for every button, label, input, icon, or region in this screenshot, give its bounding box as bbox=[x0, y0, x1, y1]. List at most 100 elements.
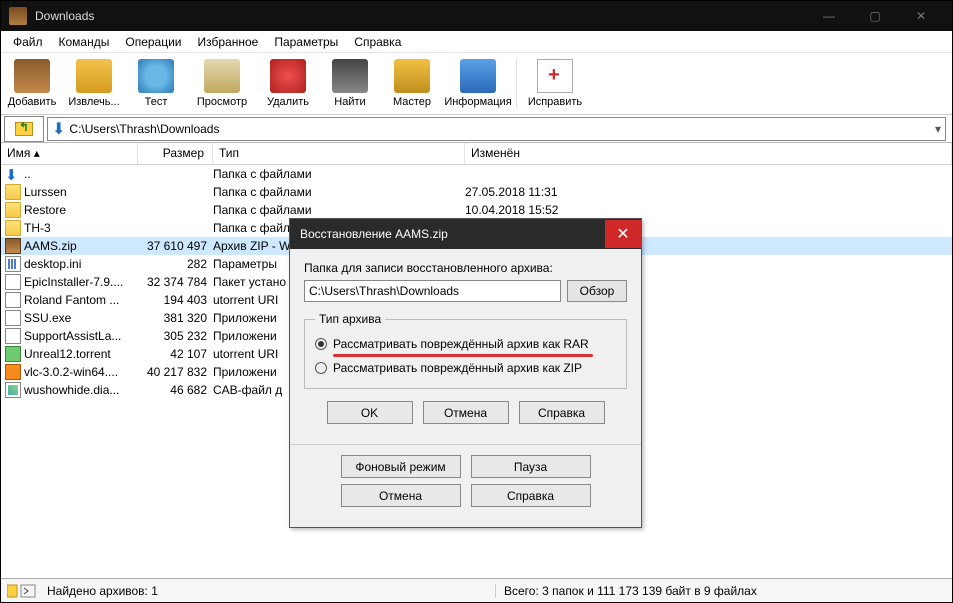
menu-parameters[interactable]: Параметры bbox=[266, 35, 346, 49]
file-name: TH-3 bbox=[24, 221, 138, 235]
tb-delete[interactable]: Удалить bbox=[257, 53, 319, 114]
torrent-icon bbox=[5, 346, 21, 362]
help-button[interactable]: Справка bbox=[519, 401, 605, 424]
zip-icon bbox=[5, 238, 21, 254]
radio-rar-input[interactable] bbox=[315, 338, 327, 350]
browse-button[interactable]: Обзор bbox=[567, 280, 627, 302]
column-header: Имя ▴ Размер Тип Изменён bbox=[1, 143, 952, 165]
help2-button[interactable]: Справка bbox=[471, 484, 591, 507]
tb-wizard[interactable]: Мастер bbox=[381, 53, 443, 114]
dialog-title: Восстановление AAMS.zip bbox=[300, 227, 605, 241]
col-size[interactable]: Размер bbox=[138, 143, 213, 164]
path-label: Папка для записи восстановленного архива… bbox=[304, 261, 627, 275]
view-icon bbox=[204, 59, 240, 93]
cancel2-button[interactable]: Отмена bbox=[341, 484, 461, 507]
generic-icon bbox=[5, 292, 21, 308]
file-size: 32 374 784 bbox=[138, 275, 213, 289]
file-type: Папка с файлами bbox=[213, 185, 465, 199]
menu-operations[interactable]: Операции bbox=[117, 35, 189, 49]
dialog-close-button[interactable]: ✕ bbox=[605, 220, 641, 248]
file-size: 42 107 bbox=[138, 347, 213, 361]
file-size: 37 610 497 bbox=[138, 239, 213, 253]
menu-commands[interactable]: Команды bbox=[51, 35, 118, 49]
file-size: 40 217 832 bbox=[138, 365, 213, 379]
radio-rar[interactable]: Рассматривать повреждённый архив как RAR bbox=[315, 337, 616, 351]
maximize-button[interactable]: ▢ bbox=[852, 1, 898, 31]
file-name: Unreal12.torrent bbox=[24, 347, 138, 361]
file-name: vlc-3.0.2-win64.... bbox=[24, 365, 138, 379]
ok-button[interactable]: OK bbox=[327, 401, 413, 424]
file-size: 194 403 bbox=[138, 293, 213, 307]
tb-view[interactable]: Просмотр bbox=[187, 53, 257, 114]
dialog-body: Папка для записи восстановленного архива… bbox=[290, 249, 641, 444]
radio-rar-label: Рассматривать повреждённый архив как RAR bbox=[333, 337, 589, 351]
ini-icon bbox=[5, 256, 21, 272]
file-type: Папка с файлами bbox=[213, 203, 465, 217]
tb-extract[interactable]: Извлечь... bbox=[63, 53, 125, 114]
repair-icon bbox=[537, 59, 573, 93]
minimize-button[interactable]: — bbox=[806, 1, 852, 31]
exe-icon bbox=[5, 310, 21, 326]
red-underline bbox=[333, 354, 593, 357]
file-name: wushowhide.dia... bbox=[24, 383, 138, 397]
file-name: desktop.ini bbox=[24, 257, 138, 271]
status-right: Всего: 3 папок и 111 173 139 байт в 9 фа… bbox=[496, 584, 952, 598]
radio-zip-label: Рассматривать повреждённый архив как ZIP bbox=[333, 361, 582, 375]
info-icon bbox=[460, 59, 496, 93]
add-icon bbox=[14, 59, 50, 93]
path-combo[interactable]: ⬇ C:\Users\Thrash\Downloads ▾ bbox=[47, 117, 946, 141]
radio-zip[interactable]: Рассматривать повреждённый архив как ZIP bbox=[315, 361, 616, 375]
dialog-path-input[interactable] bbox=[304, 280, 561, 302]
path-text: C:\Users\Thrash\Downloads bbox=[69, 122, 219, 136]
file-row[interactable]: Restore Папка с файлами10.04.2018 15:52 bbox=[1, 201, 952, 219]
col-type[interactable]: Тип bbox=[213, 143, 465, 164]
up-button[interactable] bbox=[4, 116, 44, 142]
file-modified: 27.05.2018 11:31 bbox=[465, 185, 952, 199]
repair-dialog: Восстановление AAMS.zip ✕ Папка для запи… bbox=[289, 218, 642, 528]
test-icon bbox=[138, 59, 174, 93]
chevron-down-icon[interactable]: ▾ bbox=[935, 122, 941, 136]
extract-icon bbox=[76, 59, 112, 93]
pathbar: ⬇ C:\Users\Thrash\Downloads ▾ bbox=[1, 115, 952, 143]
file-name: SupportAssistLa... bbox=[24, 329, 138, 343]
group-title: Тип архива bbox=[315, 312, 385, 326]
file-name: Restore bbox=[24, 203, 138, 217]
file-size: 305 232 bbox=[138, 329, 213, 343]
file-size: 46 682 bbox=[138, 383, 213, 397]
menu-file[interactable]: Файл bbox=[5, 35, 51, 49]
file-row[interactable]: LurssenПапка с файлами27.05.2018 11:31 bbox=[1, 183, 952, 201]
menu-help[interactable]: Справка bbox=[346, 35, 409, 49]
toolbar-separator bbox=[516, 59, 517, 108]
file-name: SSU.exe bbox=[24, 311, 138, 325]
col-name[interactable]: Имя ▴ bbox=[1, 143, 138, 164]
tb-find[interactable]: Найти bbox=[319, 53, 381, 114]
file-type: Папка с файлами bbox=[213, 167, 465, 181]
file-modified: 10.04.2018 15:52 bbox=[465, 203, 952, 217]
path-arrow-icon: ⬇ bbox=[52, 119, 65, 139]
background-button[interactable]: Фоновый режим bbox=[341, 455, 461, 478]
col-modified[interactable]: Изменён bbox=[465, 143, 952, 164]
radio-zip-input[interactable] bbox=[315, 362, 327, 374]
pause-button[interactable]: Пауза bbox=[471, 455, 591, 478]
menu-favorites[interactable]: Избранное bbox=[190, 35, 267, 49]
dialog-titlebar[interactable]: Восстановление AAMS.zip ✕ bbox=[290, 219, 641, 249]
file-name: Roland Fantom ... bbox=[24, 293, 138, 307]
file-row[interactable]: ⬇..Папка с файлами bbox=[1, 165, 952, 183]
titlebar[interactable]: Downloads — ▢ ✕ bbox=[1, 1, 952, 31]
menubar: Файл Команды Операции Избранное Параметр… bbox=[1, 31, 952, 53]
status-left: Найдено архивов: 1 bbox=[1, 584, 496, 598]
folder-icon bbox=[5, 220, 21, 236]
close-button[interactable]: ✕ bbox=[898, 1, 944, 31]
up-icon: ⬇ bbox=[5, 166, 21, 182]
tb-info[interactable]: Информация bbox=[443, 53, 513, 114]
tb-add[interactable]: Добавить bbox=[1, 53, 63, 114]
statusbar: Найдено архивов: 1 Всего: 3 папок и 111 … bbox=[1, 578, 952, 602]
tb-test[interactable]: Тест bbox=[125, 53, 187, 114]
toolbar: Добавить Извлечь... Тест Просмотр Удалит… bbox=[1, 53, 952, 115]
cancel-button[interactable]: Отмена bbox=[423, 401, 509, 424]
diag-icon bbox=[5, 382, 21, 398]
delete-icon bbox=[270, 59, 306, 93]
tb-repair[interactable]: Исправить bbox=[520, 53, 590, 114]
folder-icon bbox=[5, 184, 21, 200]
app-icon bbox=[9, 7, 27, 25]
